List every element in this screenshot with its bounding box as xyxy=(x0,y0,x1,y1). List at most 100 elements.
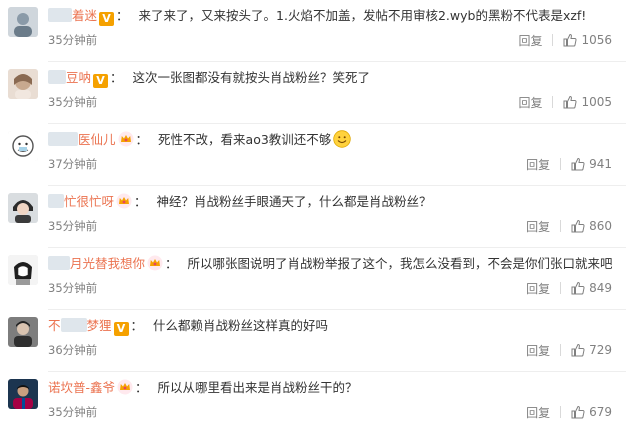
comment-item: 医仙儿 ： 死性不改，看来ao3教训还不够 37分钟前 回复 941 xyxy=(0,124,626,186)
comment-actions: 回复 679 xyxy=(526,403,612,421)
like-count: 729 xyxy=(589,343,612,357)
colon: ： xyxy=(165,256,178,271)
vip-v-icon: V xyxy=(99,12,115,26)
avatar[interactable] xyxy=(8,7,38,37)
like-button[interactable]: 941 xyxy=(571,157,612,171)
reply-button[interactable]: 回复 xyxy=(526,218,550,235)
vip-v-icon: V xyxy=(113,322,129,336)
divider xyxy=(552,96,554,108)
like-button[interactable]: 679 xyxy=(571,405,612,419)
thumbs-up-icon xyxy=(571,281,585,295)
username[interactable]: 不梦狸 xyxy=(48,318,112,333)
comment-text: 所以从哪里看出来是肖战粉丝干的？ xyxy=(157,380,358,395)
like-button[interactable]: 860 xyxy=(571,219,612,233)
timestamp: 37分钟前 xyxy=(48,157,98,171)
avatar[interactable] xyxy=(8,193,38,223)
comment-list: 着迷 V：来了来了，又来按头了。1.火焰不加盖，发帖不用审核2.wyb的黑粉不代表… xyxy=(0,0,626,428)
comment-actions: 回复 941 xyxy=(526,155,612,173)
reply-button[interactable]: 回复 xyxy=(518,94,542,111)
vip-v-icon: V xyxy=(93,74,109,88)
username-mask xyxy=(48,8,72,22)
timestamp: 35分钟前 xyxy=(48,405,98,419)
comment-text: 这次一张图都没有就按头肖战粉丝？笑死了 xyxy=(132,70,371,85)
thumbs-up-icon xyxy=(571,343,585,357)
comment-line: 豆呐 V： 这次一张图都没有就按头肖战粉丝？笑死了 xyxy=(48,67,618,89)
comment-text: 来了来了，又来按头了。1.火焰不加盖，发帖不用审核2.wyb的黑粉不代表是xzf… xyxy=(138,8,587,23)
username-mask xyxy=(48,194,64,208)
comment-actions: 回复 1005 xyxy=(518,93,612,111)
divider xyxy=(560,282,562,294)
comment-text: 神经？肖战粉丝手眼通天了，什么都是肖战粉丝？ xyxy=(156,194,432,209)
username-mask xyxy=(48,256,70,270)
comment-line: 诺坎普-鑫爷 ： 所以从哪里看出来是肖战粉丝干的？ xyxy=(48,377,618,399)
like-count: 1005 xyxy=(581,95,612,109)
username-mask xyxy=(48,132,78,146)
timestamp: 36分钟前 xyxy=(48,343,98,357)
crown-icon xyxy=(147,255,163,271)
reply-button[interactable]: 回复 xyxy=(518,32,542,49)
avatar[interactable] xyxy=(8,379,38,409)
reply-button[interactable]: 回复 xyxy=(526,156,550,173)
username[interactable]: 月光替我想你 xyxy=(48,256,145,271)
comment-actions: 回复 860 xyxy=(526,217,612,235)
colon: ： xyxy=(135,132,149,147)
divider xyxy=(560,344,562,356)
timestamp: 35分钟前 xyxy=(48,219,98,233)
avatar[interactable] xyxy=(8,255,38,285)
like-button[interactable]: 1056 xyxy=(563,33,612,47)
avatar[interactable] xyxy=(8,317,38,347)
comment-item: 不梦狸 V： 什么都赖肖战粉丝这样真的好吗 36分钟前 回复 729 xyxy=(0,310,626,372)
comment-item: 着迷 V： 来了来了，又来按头了。1.火焰不加盖，发帖不用审核2.wyb的黑粉不代表… xyxy=(0,0,626,62)
comment-line: 忙很忙呀 ： 神经？肖战粉丝手眼通天了，什么都是肖战粉丝？ xyxy=(48,191,618,213)
divider xyxy=(560,158,562,170)
colon: ： xyxy=(135,380,148,395)
comment-text: 什么都赖肖战粉丝这样真的好吗 xyxy=(153,318,329,333)
avatar[interactable] xyxy=(8,131,38,161)
like-count: 1056 xyxy=(581,33,612,47)
username[interactable]: 豆呐 xyxy=(48,70,91,85)
like-button[interactable]: 849 xyxy=(571,281,612,295)
username[interactable]: 医仙儿 xyxy=(48,132,116,147)
thumbs-up-icon xyxy=(563,95,577,109)
thumbs-up-icon xyxy=(571,405,585,419)
like-count: 941 xyxy=(589,157,612,171)
comment-actions: 回复 849 xyxy=(526,279,612,297)
comment-line: 月光替我想你 ： 所以哪张图说明了肖战粉举报了这个，我怎么没看到，不会是你们张口就来… xyxy=(48,253,618,275)
like-button[interactable]: 1005 xyxy=(563,95,612,109)
comment-item: 月光替我想你 ： 所以哪张图说明了肖战粉举报了这个，我怎么没看到，不会是你们张口就来… xyxy=(0,248,626,310)
comment-item: 忙很忙呀 ： 神经？肖战粉丝手眼通天了，什么都是肖战粉丝？ 35分钟前 回复 860 xyxy=(0,186,626,248)
comment-line: 医仙儿 ： 死性不改，看来ao3教训还不够 xyxy=(48,129,618,151)
username[interactable]: 诺坎普-鑫爷 xyxy=(48,380,115,395)
colon: ： xyxy=(116,8,129,23)
username[interactable]: 忙很忙呀 xyxy=(48,194,114,209)
crown-icon xyxy=(116,193,132,209)
crown-icon xyxy=(118,131,134,147)
comment-item: 诺坎普-鑫爷 ： 所以从哪里看出来是肖战粉丝干的？ 35分钟前 回复 679 xyxy=(0,372,626,428)
reply-button[interactable]: 回复 xyxy=(526,280,550,297)
like-count: 860 xyxy=(589,219,612,233)
colon: ： xyxy=(110,70,123,85)
divider xyxy=(560,220,562,232)
crown-icon xyxy=(117,379,133,395)
comment-actions: 回复 1056 xyxy=(518,31,612,49)
comment-line: 着迷 V： 来了来了，又来按头了。1.火焰不加盖，发帖不用审核2.wyb的黑粉不代表… xyxy=(48,5,618,27)
reply-button[interactable]: 回复 xyxy=(526,404,550,421)
like-button[interactable]: 729 xyxy=(571,343,612,357)
username-mask xyxy=(48,70,66,84)
timestamp: 35分钟前 xyxy=(48,281,98,295)
like-count: 849 xyxy=(589,281,612,295)
timestamp: 35分钟前 xyxy=(48,95,98,109)
divider xyxy=(560,406,562,418)
colon: ： xyxy=(134,194,147,209)
reply-button[interactable]: 回复 xyxy=(526,342,550,359)
comment-item: 豆呐 V： 这次一张图都没有就按头肖战粉丝？笑死了 35分钟前 回复 1005 xyxy=(0,62,626,124)
thumbs-up-icon xyxy=(571,157,585,171)
username[interactable]: 着迷 xyxy=(48,8,97,23)
comment-line: 不梦狸 V： 什么都赖肖战粉丝这样真的好吗 xyxy=(48,315,618,337)
avatar[interactable] xyxy=(8,69,38,99)
colon: ： xyxy=(130,318,144,333)
username-mask xyxy=(60,318,87,332)
timestamp: 35分钟前 xyxy=(48,33,98,47)
thumbs-up-icon xyxy=(563,33,577,47)
thumbs-up-icon xyxy=(571,219,585,233)
